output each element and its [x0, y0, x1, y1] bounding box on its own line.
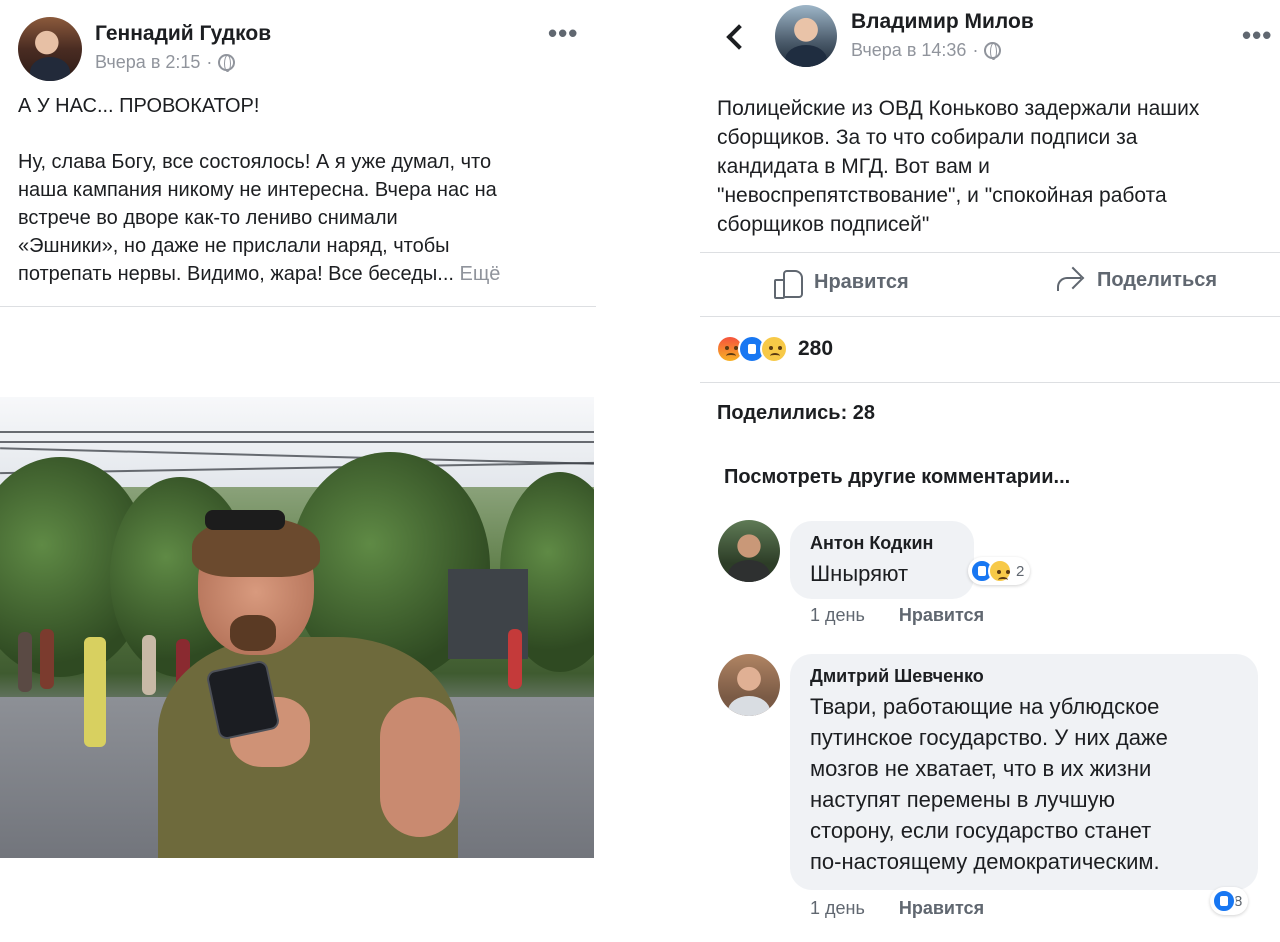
globe-icon	[984, 42, 1002, 60]
photo-sunglasses	[205, 510, 285, 530]
photo-person	[84, 637, 106, 747]
post-body: Ну, слава Богу, все состоялось! А я уже …	[18, 148, 588, 288]
comment-author[interactable]: Дмитрий Шевченко	[810, 666, 1238, 687]
comment-time[interactable]: 1 день	[810, 898, 865, 919]
photo-wire	[0, 431, 594, 433]
post-body-text: Ну, слава Богу, все состоялось! А я уже …	[18, 151, 497, 285]
photo-person	[18, 632, 32, 692]
reaction-count: 280	[798, 337, 834, 360]
photo-man-beard	[230, 615, 276, 651]
comment-bubble: Дмитрий Шевченко Твари, работающие на уб…	[790, 654, 1258, 890]
share-button[interactable]: Поделиться	[1057, 268, 1217, 292]
author-avatar[interactable]	[775, 5, 837, 67]
more-options-icon[interactable]: •••	[1242, 20, 1272, 51]
photo-person	[142, 635, 156, 695]
see-more-comments-link[interactable]: Посмотреть другие комментарии...	[724, 466, 1070, 489]
divider	[700, 316, 1280, 317]
like-button[interactable]: Нравится	[774, 268, 909, 299]
comment-bubble: Антон Кодкин Шныряют	[790, 521, 974, 599]
comment-time[interactable]: 1 день	[810, 605, 865, 626]
comment-reaction-count: 2	[1016, 562, 1025, 580]
share-arrow-icon	[1057, 268, 1085, 292]
post-body: Полицейские из ОВД Коньково задержали на…	[717, 97, 1200, 236]
post-time[interactable]: Вчера в 2:15	[95, 52, 200, 73]
shares-count[interactable]: Поделились: 28	[717, 402, 875, 425]
comment-reactions[interactable]: 2	[968, 557, 1031, 585]
author-name[interactable]: Геннадий Гудков	[95, 22, 271, 46]
comment-meta: 1 день Нравится	[810, 898, 984, 919]
post-title: А У НАС... ПРОВОКАТОР!	[18, 95, 260, 117]
globe-icon	[218, 54, 236, 72]
divider	[700, 252, 1280, 253]
post-meta: Вчера в 14:36 ·	[851, 40, 1002, 61]
meta-separator: ·	[206, 52, 213, 72]
photo-person	[508, 629, 522, 689]
comment-like-button[interactable]: Нравится	[899, 898, 984, 919]
comment-text: Шныряют	[810, 561, 909, 586]
see-more-link[interactable]: Ещё	[460, 263, 501, 285]
author-name[interactable]: Владимир Милов	[851, 10, 1034, 34]
post-meta: Вчера в 2:15 ·	[95, 52, 236, 73]
comment-text: Твари, работающие на ублюдское путинское…	[810, 694, 1168, 874]
divider	[700, 382, 1280, 383]
comment-like-button[interactable]: Нравится	[899, 605, 984, 626]
reactions-summary[interactable]: 280	[716, 335, 833, 363]
like-label: Нравится	[814, 270, 909, 293]
meta-separator: ·	[972, 40, 979, 60]
photo-wire	[0, 441, 594, 443]
more-options-icon[interactable]: •••	[548, 18, 578, 49]
photo-person	[40, 629, 54, 689]
author-avatar[interactable]	[18, 17, 82, 81]
share-label: Поделиться	[1097, 268, 1218, 291]
post-time[interactable]: Вчера в 14:36	[851, 40, 966, 61]
haha-reaction-icon	[988, 559, 1012, 583]
post-text: А У НАС... ПРОВОКАТОР! Ну, слава Богу, в…	[18, 92, 588, 288]
commenter-avatar[interactable]	[718, 654, 780, 716]
thumbs-up-icon	[774, 268, 803, 299]
left-post: Геннадий Гудков Вчера в 2:15 · ••• А У Н…	[0, 0, 596, 942]
divider	[0, 306, 596, 307]
sad-reaction-icon	[760, 335, 788, 363]
right-post: Владимир Милов Вчера в 14:36 · ••• Полиц…	[700, 0, 1280, 942]
comment-author[interactable]: Антон Кодкин	[810, 533, 954, 554]
back-arrow-icon[interactable]	[722, 20, 748, 54]
comment-meta: 1 день Нравится	[810, 605, 984, 626]
photo-man-arm	[380, 697, 460, 837]
commenter-avatar[interactable]	[718, 520, 780, 582]
like-reaction-icon	[1212, 889, 1236, 913]
comment-reactions[interactable]: 8	[1210, 887, 1249, 915]
post-photo[interactable]	[0, 397, 594, 858]
